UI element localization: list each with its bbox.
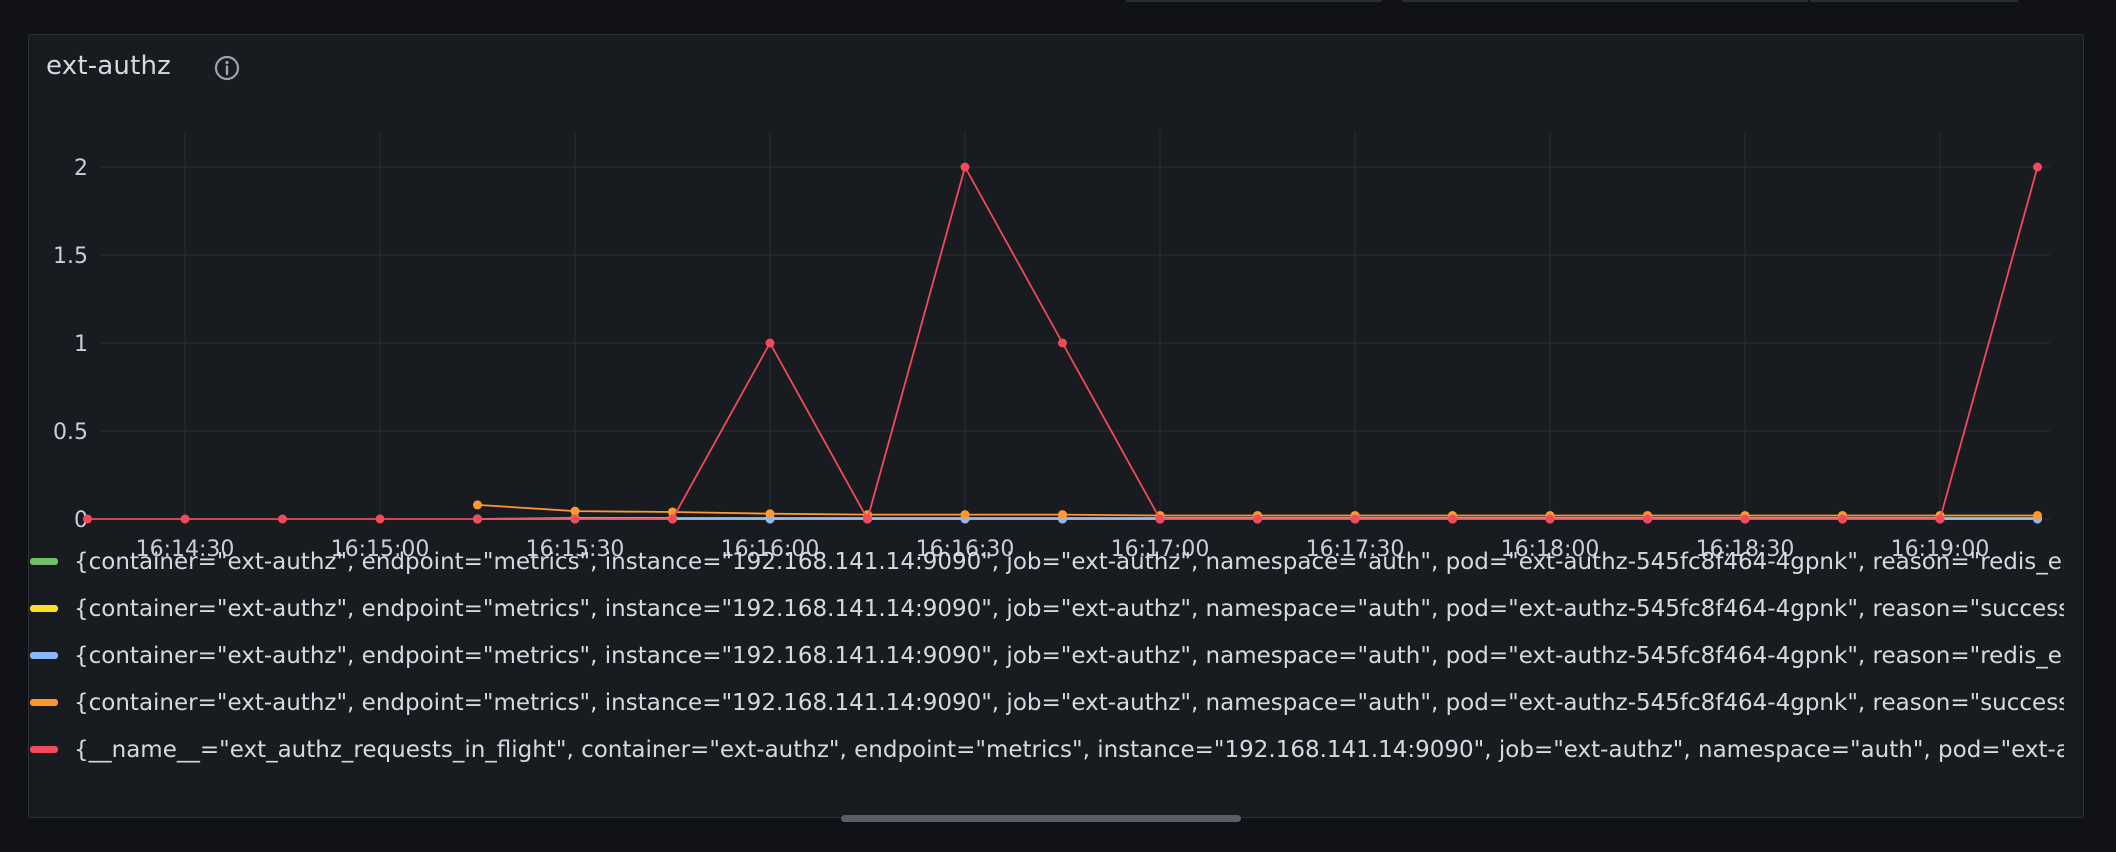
- data-point: [1740, 514, 1750, 524]
- data-point: [570, 506, 580, 516]
- data-point: [1545, 514, 1555, 524]
- data-point: [960, 510, 970, 520]
- data-point: [570, 514, 580, 524]
- legend-label: {container="ext-authz", endpoint="metric…: [74, 689, 2064, 716]
- legend-swatch: [30, 605, 58, 612]
- data-point: [668, 514, 677, 524]
- legend-item[interactable]: {container="ext-authz", endpoint="metric…: [24, 538, 2064, 585]
- data-point: [473, 500, 482, 510]
- y-tick-label: 2: [74, 156, 88, 181]
- data-point: [83, 514, 92, 524]
- data-point: [278, 514, 287, 524]
- data-point: [473, 514, 482, 524]
- legend-label: {container="ext-authz", endpoint="metric…: [74, 548, 2064, 575]
- data-point: [1058, 510, 1067, 520]
- legend-swatch: [30, 699, 58, 706]
- data-point: [1448, 514, 1457, 524]
- data-point: [375, 514, 385, 524]
- legend-label: {container="ext-authz", endpoint="metric…: [74, 642, 2064, 669]
- legend-swatch: [30, 558, 58, 565]
- data-point: [765, 338, 775, 348]
- data-point: [1058, 338, 1067, 348]
- time-series-chart[interactable]: 00.511.5216:14:30 16:15:00 16:15:30 16:16:0…: [0, 0, 2116, 560]
- y-tick-label: 0.5: [53, 420, 88, 445]
- data-point: [1643, 514, 1652, 524]
- data-point: [765, 509, 775, 519]
- legend-item[interactable]: {container="ext-authz", endpoint="metric…: [24, 632, 2064, 679]
- data-point: [2033, 510, 2042, 520]
- legend-label: {__name__="ext_authz_requests_in_flight"…: [74, 736, 2064, 763]
- legend-item[interactable]: {__name__="ext_authz_requests_in_flight"…: [24, 726, 2064, 773]
- data-point: [863, 514, 872, 524]
- legend-item[interactable]: {container="ext-authz", endpoint="metric…: [24, 679, 2064, 726]
- legend-swatch: [30, 746, 58, 753]
- data-point: [1253, 514, 1262, 524]
- y-tick-label: 1.5: [53, 244, 88, 269]
- data-point: [1155, 514, 1165, 524]
- data-point: [960, 162, 970, 172]
- data-point: [1838, 514, 1847, 524]
- horizontal-scrollbar[interactable]: [841, 815, 1241, 822]
- legend-swatch: [30, 652, 58, 659]
- chart-legend: {container="ext-authz", endpoint="metric…: [24, 538, 2064, 773]
- y-tick-label: 1: [74, 332, 88, 357]
- data-point: [2033, 162, 2042, 172]
- legend-label: {container="ext-authz", endpoint="metric…: [74, 595, 2064, 622]
- data-point: [1935, 514, 1945, 524]
- data-point: [180, 514, 190, 524]
- legend-item[interactable]: {container="ext-authz", endpoint="metric…: [24, 585, 2064, 632]
- data-point: [1350, 514, 1360, 524]
